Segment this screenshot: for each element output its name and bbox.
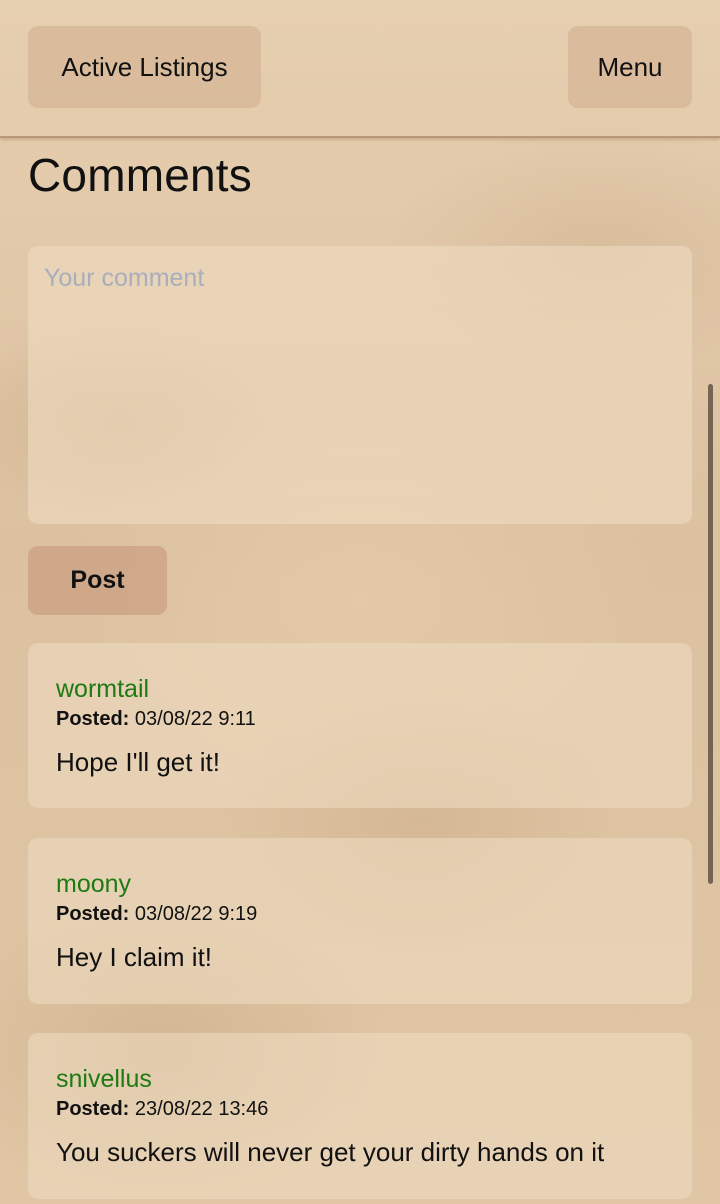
comment-input[interactable]: [28, 246, 692, 524]
scrollbar[interactable]: [708, 384, 713, 884]
comment-author-link[interactable]: snivellus: [56, 1063, 664, 1095]
active-listings-button[interactable]: Active Listings: [28, 26, 261, 108]
posted-label: Posted:: [56, 903, 130, 925]
page-title: Comments: [28, 149, 252, 201]
comment-card: wormtail Posted: 03/08/22 9:11 Hope I'll…: [28, 643, 692, 808]
comment-text: Hope I'll get it!: [56, 747, 220, 777]
posted-date: 03/08/22 9:19: [134, 903, 258, 925]
comment-card: moony Posted: 03/08/22 9:19 Hey I claim …: [28, 838, 692, 1004]
comment-timestamp: Posted: 23/08/22 13:46: [56, 1095, 664, 1123]
posted-label: Posted:: [56, 708, 130, 730]
post-button[interactable]: Post: [28, 546, 167, 615]
comment-author-link[interactable]: moony: [56, 868, 664, 900]
menu-button[interactable]: Menu: [568, 26, 692, 108]
comment-timestamp: Posted: 03/08/22 9:19: [56, 900, 664, 928]
posted-date: 03/08/22 9:11: [134, 708, 256, 730]
comment-timestamp: Posted: 03/08/22 9:11: [56, 705, 664, 733]
comment-text: Hey I claim it!: [56, 942, 213, 972]
comment-author-link[interactable]: wormtail: [56, 673, 664, 705]
comment-card: snivellus Posted: 23/08/22 13:46 You suc…: [28, 1033, 692, 1199]
comment-text: You suckers will never get your dirty ha…: [56, 1137, 605, 1167]
top-nav-bar: Active Listings Menu: [0, 0, 720, 138]
posted-label: Posted:: [56, 1098, 130, 1120]
posted-date: 23/08/22 13:46: [134, 1098, 269, 1120]
